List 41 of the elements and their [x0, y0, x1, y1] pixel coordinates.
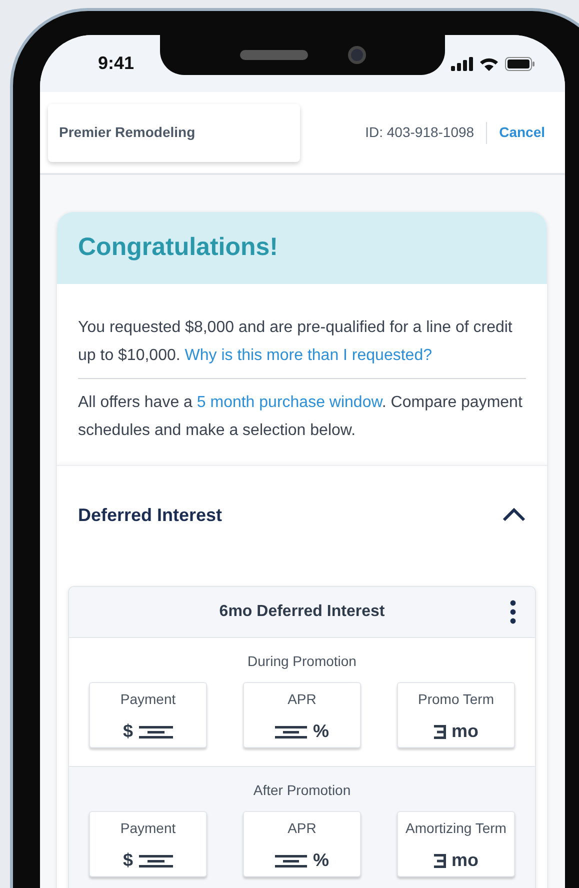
unit-text: %	[312, 849, 329, 872]
application-id: ID: 403-918-1098	[365, 123, 474, 142]
tile-label: Payment	[120, 690, 176, 709]
placeholder-bracket-icon	[434, 854, 446, 868]
placeholder-lines-icon	[139, 724, 173, 738]
placeholder-bracket-icon	[434, 724, 446, 738]
banner-title: Congratulations!	[78, 232, 278, 264]
value-tile[interactable]: APR %	[243, 811, 361, 877]
unit-text: $	[122, 849, 133, 872]
section-title: During Promotion	[246, 652, 358, 671]
tile-label: APR	[288, 819, 316, 838]
tile-label: Payment	[120, 819, 176, 838]
value-tile[interactable]: Promo Term mo	[397, 682, 515, 748]
prequalified-message: You requested $8,000 and are pre-qualified for a line of credit up to $10,000. Why is this more than I requested?	[78, 314, 526, 379]
unit-text: $	[122, 720, 133, 743]
chevron-up-icon	[502, 508, 526, 522]
tile-label: Amortizing Term	[406, 819, 506, 838]
plan-title: 6mo Deferred Interest	[219, 602, 385, 622]
speaker-grille	[240, 50, 308, 60]
section-header[interactable]: Deferred Interest	[68, 466, 536, 564]
value-tile[interactable]: Payment $	[89, 682, 207, 748]
battery-icon	[505, 56, 535, 70]
tile-label: APR	[288, 690, 316, 709]
tile-label: Promo Term	[418, 690, 494, 709]
placeholder-lines-icon	[274, 724, 307, 738]
signal-icon	[451, 56, 473, 70]
camera-lens	[348, 46, 366, 64]
unit-text: %	[312, 720, 329, 743]
value-tile[interactable]: APR %	[243, 682, 361, 748]
more-options-icon[interactable]	[510, 600, 516, 624]
purchase-window-note: All offers have a 5 month purchase window. Compare payment schedules and make a selection below.	[78, 393, 524, 441]
merchant-name: Premier Remodeling	[59, 123, 196, 142]
unit-text: mo	[452, 720, 478, 743]
placeholder-lines-icon	[139, 854, 173, 868]
wifi-icon	[479, 56, 499, 70]
value-tile[interactable]: Amortizing Term mo	[397, 811, 515, 877]
section-title: After Promotion	[252, 781, 352, 800]
placeholder-lines-icon	[274, 854, 307, 868]
value-tile[interactable]: Payment $	[89, 811, 207, 877]
unit-text: mo	[452, 849, 478, 872]
status-time: 9:41	[98, 52, 134, 75]
